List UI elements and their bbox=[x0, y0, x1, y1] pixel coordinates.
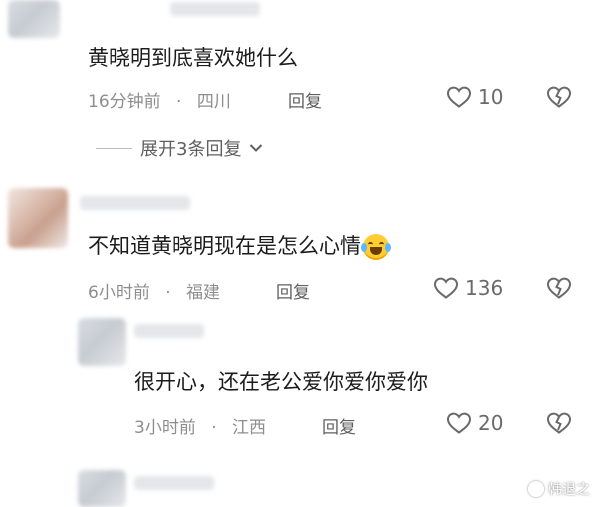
avatar[interactable] bbox=[8, 0, 60, 38]
dislike-button[interactable] bbox=[545, 276, 573, 300]
heart-outline-icon bbox=[433, 276, 459, 300]
like-button[interactable]: 20 bbox=[446, 411, 503, 435]
comment-meta: 16分钟前 · 四川 bbox=[88, 87, 231, 112]
meta-separator: · bbox=[211, 418, 217, 438]
username[interactable] bbox=[80, 196, 190, 210]
watermark-logo-icon bbox=[528, 481, 544, 497]
comment-text: 黄晓明到底喜欢她什么 bbox=[88, 46, 298, 70]
comment-location: 江西 bbox=[232, 418, 267, 438]
expand-replies-button[interactable]: 展开3条回复 bbox=[96, 135, 263, 161]
comment-text: 很开心，还在老公爱你爱你爱你 bbox=[134, 370, 428, 394]
like-count: 20 bbox=[478, 411, 504, 435]
broken-heart-icon bbox=[545, 85, 573, 109]
heart-outline-icon bbox=[446, 85, 472, 109]
like-button[interactable]: 136 bbox=[433, 276, 503, 300]
like-count: 136 bbox=[465, 276, 504, 300]
username[interactable] bbox=[134, 324, 204, 338]
avatar[interactable] bbox=[8, 188, 68, 248]
avatar[interactable] bbox=[78, 470, 126, 507]
comment-time: 3小时前 bbox=[134, 418, 196, 438]
comment-text: 不知道黄晓明现在是怎么心情 bbox=[88, 230, 391, 260]
reply-button[interactable]: 回复 bbox=[288, 87, 322, 112]
broken-heart-icon bbox=[545, 411, 573, 435]
expand-replies-label: 展开3条回复 bbox=[140, 139, 242, 160]
avatar[interactable] bbox=[78, 318, 126, 366]
watermark: 韩退之 bbox=[528, 479, 590, 499]
dislike-button[interactable] bbox=[545, 85, 573, 109]
comment-meta: 3小时前 · 江西 bbox=[134, 413, 266, 438]
reply-button[interactable]: 回复 bbox=[322, 413, 356, 438]
comment-time: 6小时前 bbox=[88, 283, 150, 303]
laughing-crying-emoji bbox=[361, 234, 391, 260]
comment-text-body: 不知道黄晓明现在是怎么心情 bbox=[88, 234, 361, 258]
username[interactable] bbox=[170, 2, 260, 16]
meta-separator: · bbox=[176, 92, 182, 112]
comment-location: 福建 bbox=[186, 283, 221, 303]
dislike-button[interactable] bbox=[545, 411, 573, 435]
comment-time: 16分钟前 bbox=[88, 92, 161, 112]
meta-separator: · bbox=[165, 283, 171, 303]
expand-divider bbox=[96, 147, 132, 149]
heart-outline-icon bbox=[446, 411, 472, 435]
broken-heart-icon bbox=[545, 276, 573, 300]
like-button[interactable]: 10 bbox=[446, 85, 503, 109]
username[interactable] bbox=[134, 476, 214, 490]
comment-meta: 6小时前 · 福建 bbox=[88, 278, 220, 303]
chevron-down-icon bbox=[249, 143, 263, 153]
reply-button[interactable]: 回复 bbox=[276, 278, 310, 303]
comment-location: 四川 bbox=[196, 92, 231, 112]
watermark-text: 韩退之 bbox=[548, 482, 590, 498]
like-count: 10 bbox=[478, 85, 504, 109]
